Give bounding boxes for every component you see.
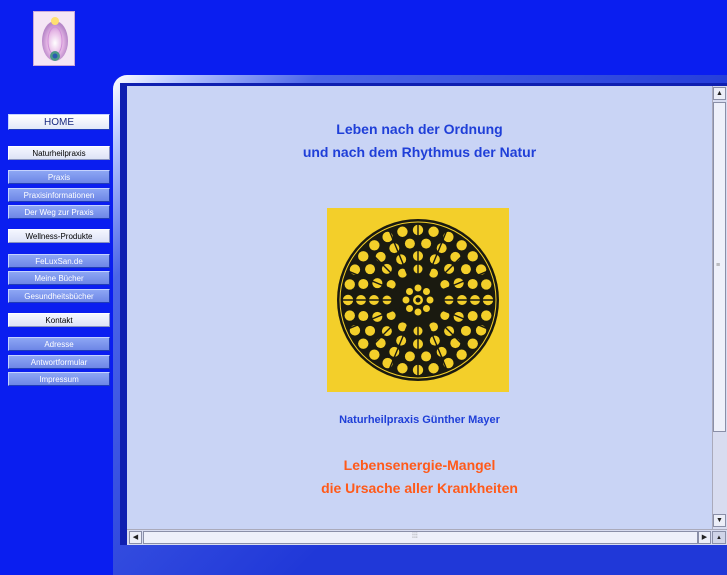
nav-section-kontakt[interactable]: Kontakt <box>8 313 110 327</box>
mandala-shape <box>460 264 471 275</box>
nav-item-impressum[interactable]: Impressum <box>8 372 110 386</box>
nav-item-adresse[interactable]: Adresse <box>8 337 110 351</box>
nav-item-praxisinformationen[interactable]: Praxisinformationen <box>8 188 110 202</box>
mandala-shape <box>414 308 422 316</box>
mandala-shape <box>481 310 492 321</box>
nav-section-naturheilpraxis[interactable]: Naturheilpraxis <box>8 146 110 160</box>
triangle-right-icon: ▶ <box>701 534 708 541</box>
scroll-up-button[interactable]: ▲ <box>713 87 726 100</box>
nav-item-meine-buecher[interactable]: Meine Bücher <box>8 271 110 285</box>
mandala-shape <box>426 296 434 304</box>
mandala-shape <box>358 278 369 289</box>
nav-item-gesundheitsbuecher[interactable]: Gesundheitsbücher <box>8 289 110 303</box>
mandala-shape <box>375 251 386 262</box>
scroll-right-button[interactable]: ▶ <box>698 531 711 544</box>
subheadline-line-1: Lebensenergie-Mangel <box>343 457 496 473</box>
practice-name: Naturheilpraxis Günther Mayer <box>339 414 500 426</box>
vertical-scroll-thumb[interactable]: ≡ <box>713 102 726 432</box>
mandala-image <box>327 208 509 392</box>
mandala-shape <box>422 304 430 312</box>
triangle-down-icon: ▼ <box>716 517 723 524</box>
resize-corner[interactable]: ▲ <box>712 531 726 544</box>
mandala-shape <box>375 338 386 349</box>
horizontal-scroll-thumb[interactable]: ⁞⁞⁞ <box>143 531 698 544</box>
mandala-shape <box>369 240 380 251</box>
vertical-scrollbar[interactable]: ▲ ≡ ▼ <box>712 86 727 529</box>
mandala-shape <box>450 251 461 262</box>
mandala-shape <box>428 363 439 374</box>
mandala-shape <box>365 264 376 275</box>
mandala-shape <box>404 351 415 362</box>
triangle-up-icon: ▲ <box>716 535 722 541</box>
mandala-shape <box>450 338 461 349</box>
rose-window-mandala-icon <box>337 219 499 381</box>
mandala-shape <box>421 238 432 249</box>
mandala-shape <box>406 304 414 312</box>
headline-line-1: Leben nach der Ordnung <box>336 121 503 137</box>
mandala-shape <box>414 284 422 292</box>
mandala-shape <box>344 310 355 321</box>
mandala-shape <box>365 325 376 336</box>
scroll-left-button[interactable]: ◀ <box>129 531 142 544</box>
aura-figure-logo-icon <box>42 17 68 61</box>
nav-home-button[interactable]: HOME <box>8 114 110 130</box>
mandala-shape <box>467 311 478 322</box>
mandala-shape <box>456 240 467 251</box>
grip-icon: ⁞⁞⁞ <box>412 533 418 540</box>
nav-item-antwortformular[interactable]: Antwortformular <box>8 355 110 369</box>
nav-item-praxis[interactable]: Praxis <box>8 170 110 184</box>
mandala-shape <box>422 288 430 296</box>
grip-icon: ≡ <box>716 262 721 269</box>
mandala-shape <box>481 279 492 290</box>
horizontal-scrollbar[interactable]: ◀ ⁞⁞⁞ ▶ ▲ <box>127 529 727 545</box>
mandala-shape <box>460 325 471 336</box>
nav-item-feluxsan[interactable]: FeLuxSan.de <box>8 254 110 268</box>
mandala-shape <box>402 296 410 304</box>
subheadline-line-2: die Ursache aller Krankheiten <box>321 480 518 496</box>
mandala-shape <box>404 238 415 249</box>
triangle-up-icon: ▲ <box>716 90 723 97</box>
mandala-shape <box>358 311 369 322</box>
triangle-left-icon: ◀ <box>132 534 139 541</box>
headline-line-2: und nach dem Rhythmus der Natur <box>302 144 537 160</box>
mandala-shape <box>344 279 355 290</box>
nav-section-wellness-produkte[interactable]: Wellness-Produkte <box>8 229 110 243</box>
mandala-shape <box>415 297 421 303</box>
scroll-down-button[interactable]: ▼ <box>713 514 726 527</box>
mandala-shape <box>358 338 369 349</box>
mandala-shape <box>467 278 478 289</box>
mandala-shape <box>421 351 432 362</box>
mandala-shape <box>406 288 414 296</box>
mandala-shape <box>467 338 478 349</box>
mandala-shape <box>467 251 478 262</box>
nav-item-weg-zur-praxis[interactable]: Der Weg zur Praxis <box>8 205 110 219</box>
mandala-shape <box>397 363 408 374</box>
mandala-shape <box>358 251 369 262</box>
mandala-shape <box>456 349 467 360</box>
mandala-shape <box>369 349 380 360</box>
mandala-shape <box>428 226 439 237</box>
content-area: Leben nach der Ordnung und nach dem Rhyt… <box>127 86 712 529</box>
mandala-shape <box>397 226 408 237</box>
site-logo[interactable] <box>33 11 75 66</box>
